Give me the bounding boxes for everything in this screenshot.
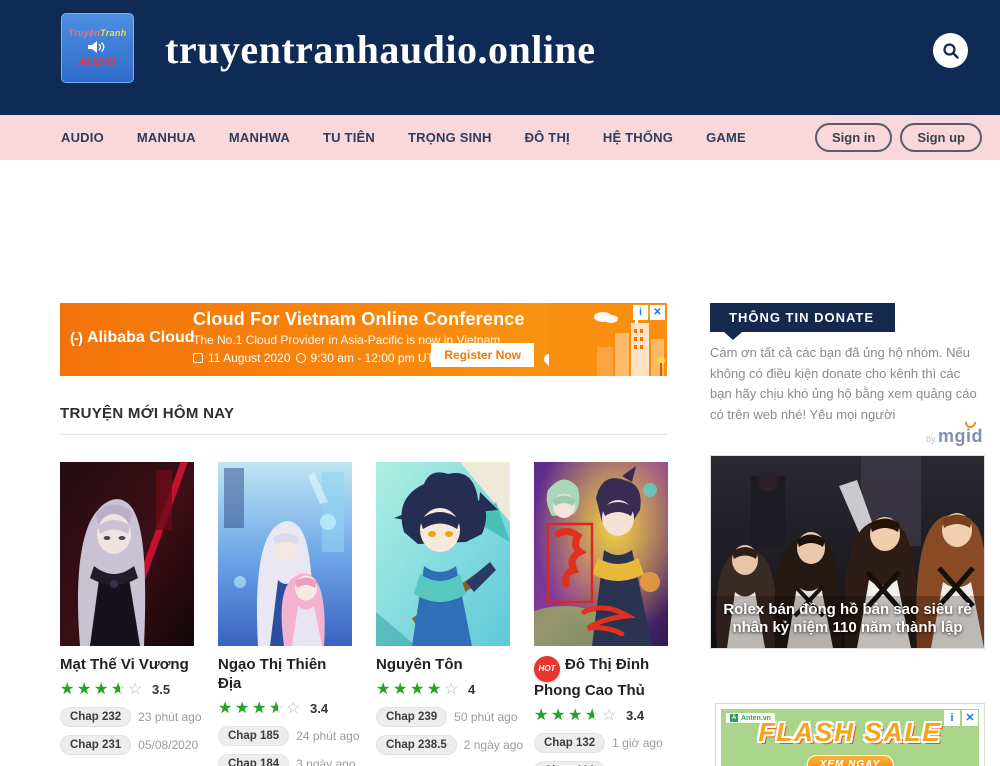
ad-date: 11 August 2020	[208, 351, 291, 365]
site-logo[interactable]: TruyệnTranh AUDIO	[61, 13, 134, 83]
chapter-time: 50 phút ago	[454, 710, 517, 724]
leaderboard-ad[interactable]: (-) Alibaba Cloud Cloud For Vietnam Onli…	[60, 303, 667, 376]
ad-close-icon[interactable]: ✕	[650, 305, 665, 320]
speaker-icon	[87, 40, 109, 54]
alibaba-cloud-logo: (-) Alibaba Cloud	[70, 329, 195, 347]
logo-text-top: TruyệnTranh	[69, 28, 127, 38]
chapter-time: 23 phút ago	[138, 710, 201, 724]
rating-row: ☆★☆★☆★☆★☆★ 4	[376, 680, 510, 699]
chapter-row: Chap 184 3 ngày ago	[218, 754, 352, 766]
alibaba-bracket-icon: (-)	[70, 330, 82, 347]
chapter-row: Chap 231 05/08/2020	[60, 735, 194, 755]
sign-in-button[interactable]: Sign in	[815, 123, 892, 152]
sign-up-button[interactable]: Sign up	[900, 123, 982, 152]
native-ad[interactable]: Rolex bán đồng hồ bản sao siêu rẻ nhân k…	[710, 455, 985, 649]
flash-sale-ad[interactable]: A Anten.vn i ✕ FLASH SALE XEM NGAY	[715, 703, 985, 766]
nav-item-manhua[interactable]: MANHUA	[137, 130, 196, 145]
site-header: TruyệnTranh AUDIO truyentranhaudio.onlin…	[0, 0, 1000, 115]
chapter-button[interactable]: Chap 132	[534, 733, 605, 753]
comics-grid: Mạt Thế Vi Vương ☆★☆★☆★☆★☆★ 3.5 Chap 232…	[60, 462, 667, 766]
comic-card: Ngạo Thị Thiên Địa ☆★☆★☆★☆★☆★ 3.4 Chap 1…	[218, 462, 352, 766]
chapter-button[interactable]: Chap 232	[60, 707, 131, 727]
hot-badge: HOT	[534, 656, 560, 682]
chapter-time: 1 giờ ago	[612, 736, 663, 750]
ad-title: Cloud For Vietnam Online Conference	[193, 309, 525, 330]
comic-title[interactable]: Mạt Thế Vi Vương	[60, 656, 194, 675]
chapter-button[interactable]: Chap 131	[534, 761, 605, 766]
star-rating: ☆★☆★☆★☆★☆★	[218, 699, 303, 718]
search-icon	[942, 42, 960, 60]
chapter-row: Chap 238.5 2 ngày ago	[376, 735, 510, 755]
comic-cover[interactable]	[60, 462, 194, 646]
site-title[interactable]: truyentranhaudio.online	[165, 26, 595, 73]
comic-title[interactable]: Ngạo Thị Thiên Địa	[218, 656, 352, 694]
section-divider	[60, 434, 667, 435]
clock-icon	[296, 353, 306, 363]
comic-cover[interactable]	[218, 462, 352, 646]
rating-value: 3.5	[152, 682, 170, 697]
register-now-button[interactable]: Register Now	[431, 343, 534, 367]
star-rating: ☆★☆★☆★☆★☆★	[376, 680, 461, 699]
rating-value: 3.4	[626, 708, 644, 723]
page: TruyệnTranh AUDIO truyentranhaudio.onlin…	[0, 0, 1000, 766]
rating-value: 3.4	[310, 701, 328, 716]
chapter-button[interactable]: Chap 231	[60, 735, 131, 755]
chapter-row: Chap 132 1 giờ ago	[534, 733, 668, 753]
comic-cover[interactable]	[534, 462, 668, 646]
calendar-icon	[193, 353, 203, 363]
star-rating: ☆★☆★☆★☆★☆★	[60, 680, 145, 699]
chapter-time: 05/08/2020	[138, 738, 198, 752]
nav-item-trong-sinh[interactable]: TRỌNG SINH	[408, 130, 492, 145]
chapter-row: Chap 131 05/08/2020	[534, 761, 668, 766]
chapter-row: Chap 239 50 phút ago	[376, 707, 510, 727]
mgid-logo: mgid	[938, 426, 983, 446]
comic-cover[interactable]	[376, 462, 510, 646]
nav-item-tu-tien[interactable]: TU TIÊN	[323, 130, 375, 145]
rating-row: ☆★☆★☆★☆★☆★ 3.5	[60, 680, 194, 699]
flash-sale-inner: A Anten.vn i ✕ FLASH SALE XEM NGAY	[721, 709, 979, 766]
nav-item-do-thi[interactable]: ĐÔ THỊ	[525, 130, 570, 145]
mgid-attribution[interactable]: by mgid	[926, 426, 983, 447]
rating-row: ☆★☆★☆★☆★☆★ 3.4	[534, 706, 668, 725]
nav-item-audio[interactable]: AUDIO	[61, 130, 104, 145]
flash-sale-title: FLASH SALE	[721, 717, 979, 748]
comic-title[interactable]: Nguyên Tôn	[376, 656, 510, 675]
comic-card: Mạt Thế Vi Vương ☆★☆★☆★☆★☆★ 3.5 Chap 232…	[60, 462, 194, 766]
comic-title[interactable]: HOTĐô Thị Đỉnh Phong Cao Thủ	[534, 656, 668, 701]
adchoices-controls: i ✕	[633, 305, 665, 320]
logo-text-audio: AUDIO	[79, 56, 117, 68]
star-rating: ☆★☆★☆★☆★☆★	[534, 706, 619, 725]
chapter-button[interactable]: Chap 238.5	[376, 735, 457, 755]
advertiser-name: Alibaba Cloud	[87, 329, 195, 347]
section-title: TRUYỆN MỚI HÔM NAY	[60, 405, 234, 422]
donate-heading: THÔNG TIN DONATE	[710, 303, 895, 332]
auth-buttons: Sign in Sign up	[815, 123, 982, 152]
chapter-button[interactable]: Chap 239	[376, 707, 447, 727]
nav-item-he-thong[interactable]: HỆ THỐNG	[603, 130, 673, 145]
search-button[interactable]	[933, 33, 968, 68]
chapter-time: 2 ngày ago	[464, 738, 523, 752]
ad-info-icon[interactable]: i	[633, 305, 648, 320]
chapter-time: 24 phút ago	[296, 729, 359, 743]
chapter-row: Chap 232 23 phút ago	[60, 707, 194, 727]
main-nav: AUDIO MANHUA MANHWA TU TIÊN TRỌNG SINH Đ…	[0, 115, 1000, 160]
xem-ngay-button[interactable]: XEM NGAY	[807, 755, 894, 766]
donate-text: Cám ơn tất cả các bạn đã ủng hộ nhóm. Nế…	[710, 343, 985, 425]
rating-value: 4	[468, 682, 475, 697]
nav-item-manhwa[interactable]: MANHWA	[229, 130, 290, 145]
comic-card: HOTĐô Thị Đỉnh Phong Cao Thủ ☆★☆★☆★☆★☆★ …	[534, 462, 668, 766]
nav-item-game[interactable]: GAME	[706, 130, 746, 145]
chapter-time: 3 ngày ago	[296, 757, 355, 766]
nav-items: AUDIO MANHUA MANHWA TU TIÊN TRỌNG SINH Đ…	[61, 130, 746, 145]
chapter-row: Chap 185 24 phút ago	[218, 726, 352, 746]
native-ad-caption: Rolex bán đồng hồ bản sao siêu rẻ nhân k…	[717, 601, 978, 639]
chapter-button[interactable]: Chap 185	[218, 726, 289, 746]
comic-card: Nguyên Tôn ☆★☆★☆★☆★☆★ 4 Chap 239 50 phút…	[376, 462, 510, 766]
rating-row: ☆★☆★☆★☆★☆★ 3.4	[218, 699, 352, 718]
chapter-button[interactable]: Chap 184	[218, 754, 289, 766]
mgid-by-label: by	[926, 434, 938, 444]
